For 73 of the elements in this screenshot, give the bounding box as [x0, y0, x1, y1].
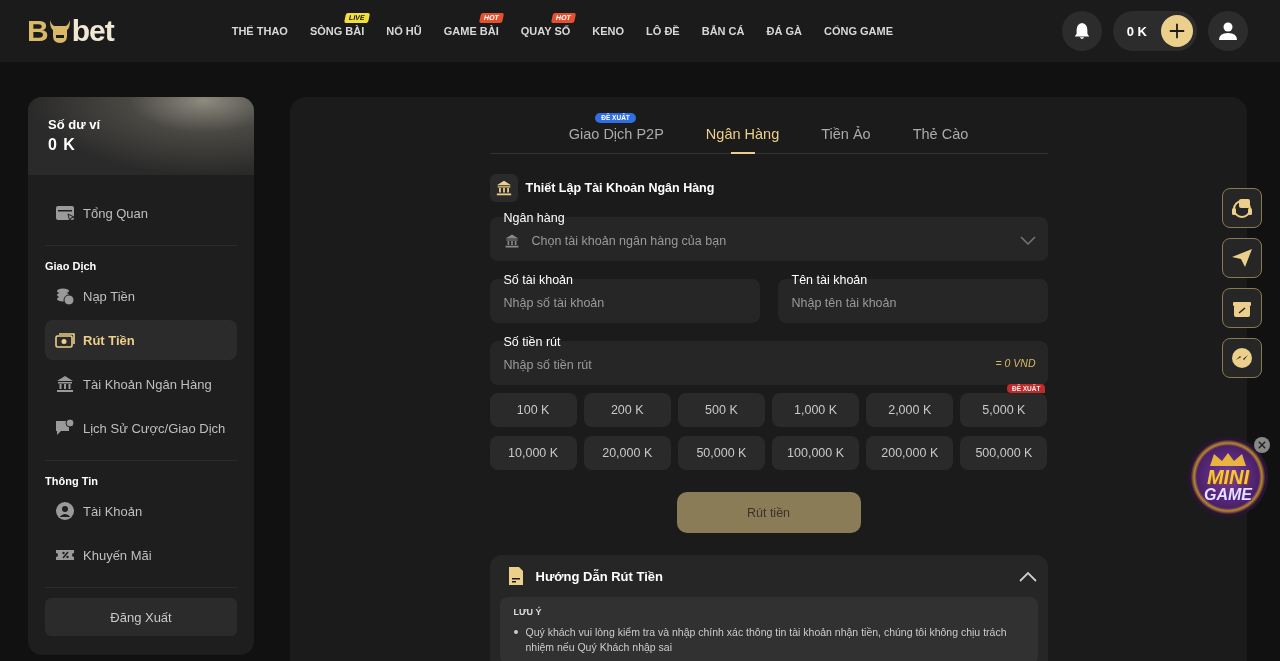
messenger-button[interactable]: [1222, 338, 1262, 378]
close-button[interactable]: [1254, 437, 1270, 453]
user-circle-icon: [55, 501, 75, 521]
coins-icon: [55, 286, 75, 306]
guide-title: Hướng Dẫn Rút Tiền: [535, 568, 664, 584]
sidebar-item[interactable]: Tổng Quan: [45, 193, 237, 233]
amount-button[interactable]: 10,000 K: [489, 436, 577, 470]
document-icon: [507, 566, 524, 586]
chevron-down-icon: [1019, 236, 1036, 246]
account-button[interactable]: [1208, 11, 1248, 51]
crown-icon: [1208, 451, 1248, 468]
nav-link[interactable]: CỔNG GAME: [823, 25, 893, 37]
browser-icon: [55, 203, 75, 223]
tab[interactable]: Thẻ Cào: [912, 126, 969, 153]
section-title: Giao Dịch: [45, 260, 98, 275]
bank-icon: [494, 179, 513, 197]
notification-button[interactable]: [1061, 11, 1102, 51]
sidebar-item[interactable]: Khuyến Mãi: [45, 535, 237, 575]
sidebar-item[interactable]: Tài Khoản: [45, 491, 237, 531]
chat-bubble-icon: [1230, 346, 1254, 370]
deposit-button[interactable]: [1161, 15, 1193, 47]
cash-icon: [55, 330, 75, 350]
amount-button[interactable]: 500 K: [677, 393, 765, 427]
support-button[interactable]: [1222, 188, 1262, 228]
sidebar-item[interactable]: Tài Khoản Ngân Hàng: [45, 364, 237, 404]
note-title: LƯU Ý: [513, 607, 543, 617]
plus-icon: [1168, 22, 1186, 40]
nav-link[interactable]: LÔ ĐỀ: [646, 25, 680, 37]
amount-button[interactable]: 200,000 K: [866, 436, 954, 470]
amount-button[interactable]: 100,000 K: [772, 436, 860, 470]
amount-button[interactable]: 20,000 K: [583, 436, 671, 470]
nav-link[interactable]: ĐÁ GÀ: [766, 25, 802, 37]
logo[interactable]: B bet: [27, 16, 114, 46]
tab[interactable]: Giao Dịch P2P: [568, 126, 664, 153]
amount-button[interactable]: 200 K: [583, 393, 671, 427]
conversion-text: = 0 VND: [995, 357, 1036, 369]
note-text: Quý khách vui lòng kiểm tra và nhập chính xác thông tin tài khoản nhận tiền, chúng tôi không chịu trách nhiệm nếu Quý Khách nhập sai: [525, 625, 1008, 655]
user-icon: [1218, 21, 1238, 41]
balance-amount: 0 K: [1126, 23, 1147, 39]
bull-icon: [48, 18, 71, 44]
tab[interactable]: Ngân Hàng: [705, 126, 780, 153]
nav-link[interactable]: KENO: [592, 25, 625, 37]
amount-button[interactable]: 50,000 K: [677, 436, 765, 470]
amount-button[interactable]: 500,000 K: [960, 436, 1048, 470]
wallet-label: Số dư ví: [48, 117, 102, 132]
logout-button[interactable]: Đăng Xuất: [45, 598, 237, 636]
section-title: Thông Tin: [45, 475, 99, 489]
sidebar-item[interactable]: Rút Tiền: [45, 320, 237, 360]
bank-icon: [55, 374, 75, 394]
sidebar-item[interactable]: Nạp Tiền: [45, 276, 237, 316]
form-title: Thiết Lập Tài Khoản Ngân Hàng: [525, 181, 715, 195]
amount-button[interactable]: 100 K: [489, 393, 577, 427]
chat-history-icon: [55, 418, 75, 438]
amount-button[interactable]: 1,000 K: [772, 393, 860, 427]
collapse-toggle[interactable]: [1017, 569, 1038, 583]
nav-link[interactable]: GAME BÀI: [443, 25, 499, 37]
telegram-button[interactable]: [1222, 238, 1262, 278]
nav-link[interactable]: SÒNG BÀI: [309, 25, 365, 37]
sidebar-item[interactable]: Lịch Sử Cược/Giao Dịch: [45, 408, 237, 448]
amount-button[interactable]: 2,000 K: [866, 393, 954, 427]
nav-link[interactable]: THỂ THAO: [231, 25, 288, 37]
amount-button[interactable]: 5,000 K: [960, 393, 1048, 427]
bank-icon: [503, 233, 520, 249]
bell-icon: [1072, 22, 1091, 40]
close-icon: [1258, 441, 1266, 449]
chevron-up-icon: [1018, 570, 1037, 582]
nav-link[interactable]: NỔ HŨ: [386, 25, 422, 37]
nav-link[interactable]: BẮN CÁ: [701, 25, 745, 37]
tab[interactable]: Tiền Ảo: [821, 126, 871, 153]
wallet-amount: 0 K: [48, 136, 77, 154]
bullet-icon: [513, 630, 518, 634]
nav-link[interactable]: QUAY SỐ: [520, 25, 571, 37]
promotion-button[interactable]: [1222, 288, 1262, 328]
